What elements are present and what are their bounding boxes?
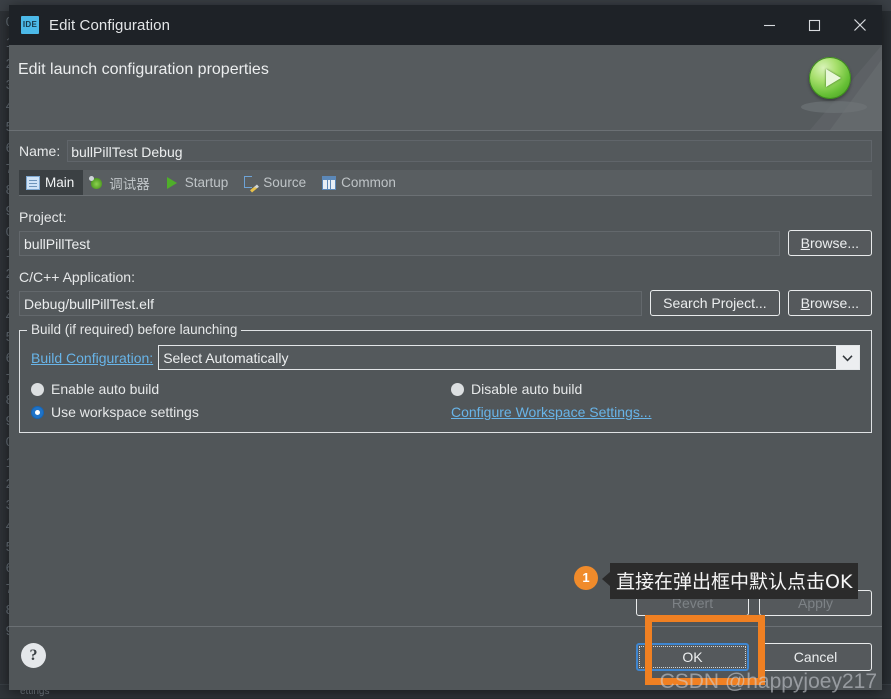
tab-source-label: Source — [263, 175, 307, 190]
minimize-icon[interactable] — [747, 5, 792, 45]
tab-startup-label: Startup — [184, 175, 229, 190]
tab-common[interactable]: Common — [315, 170, 405, 195]
tab-source[interactable]: Source — [237, 170, 315, 195]
radio-label-disable-auto-build: Disable auto build — [471, 381, 583, 397]
name-label: Name: — [19, 143, 61, 159]
radio-use-workspace-settings[interactable]: Use workspace settings — [31, 404, 451, 420]
radio-label-enable-auto-build: Enable auto build — [51, 381, 160, 397]
source-edit-icon — [244, 175, 258, 190]
configure-workspace-settings-row: Configure Workspace Settings... — [451, 404, 860, 420]
application-input[interactable]: Debug/bullPillTest.elf — [19, 290, 643, 316]
window-controls — [747, 5, 882, 45]
build-group-box: Build (if required) before launching Bui… — [19, 322, 872, 433]
run-sphere-icon — [809, 57, 851, 99]
cancel-button[interactable]: Cancel — [759, 643, 872, 671]
chevron-down-icon[interactable] — [836, 346, 859, 369]
name-input[interactable]: bullPillTest Debug — [67, 140, 872, 162]
project-browse-rest: rowse... — [809, 235, 859, 251]
annotation-step-badge: 1 — [574, 566, 598, 590]
play-icon — [166, 176, 180, 190]
bug-icon — [89, 175, 104, 190]
radio-icon-use-workspace-settings[interactable] — [31, 405, 44, 419]
annotation-tooltip: 直接在弹出框中默认点击OK — [601, 563, 859, 599]
project-browse-mnemonic: B — [800, 235, 810, 251]
tab-main-label: Main — [45, 175, 75, 190]
tab-startup[interactable]: Startup — [159, 170, 238, 195]
project-input[interactable]: bullPillTest — [19, 230, 780, 256]
watermark: CSDN @happyjoey217 — [659, 670, 877, 693]
build-configuration-row: Build Configuration: Select Automaticall… — [31, 345, 860, 370]
table-icon — [322, 175, 337, 190]
build-configuration-link[interactable]: Build Configuration: — [31, 350, 153, 366]
footer-buttons: OK Cancel — [636, 643, 872, 671]
dialog-header-banner: Edit launch configuration properties — [9, 45, 882, 131]
application-browse-rest: rowse... — [809, 295, 859, 311]
tab-common-label: Common — [341, 175, 396, 190]
ide-app-icon: IDE — [21, 16, 39, 34]
document-icon — [26, 175, 40, 190]
help-icon[interactable]: ? — [21, 643, 46, 668]
build-group-title: Build (if required) before launching — [27, 322, 242, 337]
build-configuration-select[interactable]: Select Automatically — [158, 345, 860, 370]
close-icon[interactable] — [837, 5, 882, 45]
build-configuration-value: Select Automatically — [163, 349, 289, 366]
project-browse-button[interactable]: Browse... — [787, 230, 872, 256]
tab-debugger-label: 调试器 — [109, 176, 150, 192]
header-title: Edit launch configuration properties — [18, 61, 269, 78]
name-row: Name: bullPillTest Debug — [19, 140, 872, 162]
radio-icon-disable-auto-build[interactable] — [451, 382, 464, 396]
dialog-title-bar: IDE Edit Configuration — [9, 5, 882, 45]
radio-disable-auto-build[interactable]: Disable auto build — [451, 381, 860, 397]
configure-workspace-settings-link[interactable]: Configure Workspace Settings... — [451, 404, 652, 420]
application-browse-mnemonic: B — [800, 295, 810, 311]
application-browse-button[interactable]: Browse... — [787, 290, 872, 316]
application-label: C/C++ Application: — [19, 269, 135, 285]
maximize-icon[interactable] — [792, 5, 837, 45]
tab-bar: Main 调试器 Startup Source Common — [19, 170, 872, 196]
radio-enable-auto-build[interactable]: Enable auto build — [31, 381, 451, 397]
radio-label-use-workspace-settings: Use workspace settings — [51, 404, 199, 420]
search-project-button[interactable]: Search Project... — [650, 290, 780, 316]
tab-main[interactable]: Main — [19, 170, 84, 195]
build-options-grid: Enable auto build Disable auto build Use… — [31, 381, 860, 420]
tab-debugger[interactable]: 调试器 — [83, 170, 159, 195]
dialog-body: Name: bullPillTest Debug Main 调试器 Startu… — [9, 131, 882, 626]
radio-icon-enable-auto-build[interactable] — [31, 382, 44, 396]
project-row: bullPillTest Browse... — [19, 230, 872, 256]
application-row: Debug/bullPillTest.elf Search Project...… — [19, 290, 872, 316]
ok-button[interactable]: OK — [636, 643, 749, 671]
project-label: Project: — [19, 209, 67, 225]
window-title: Edit Configuration — [49, 16, 171, 34]
